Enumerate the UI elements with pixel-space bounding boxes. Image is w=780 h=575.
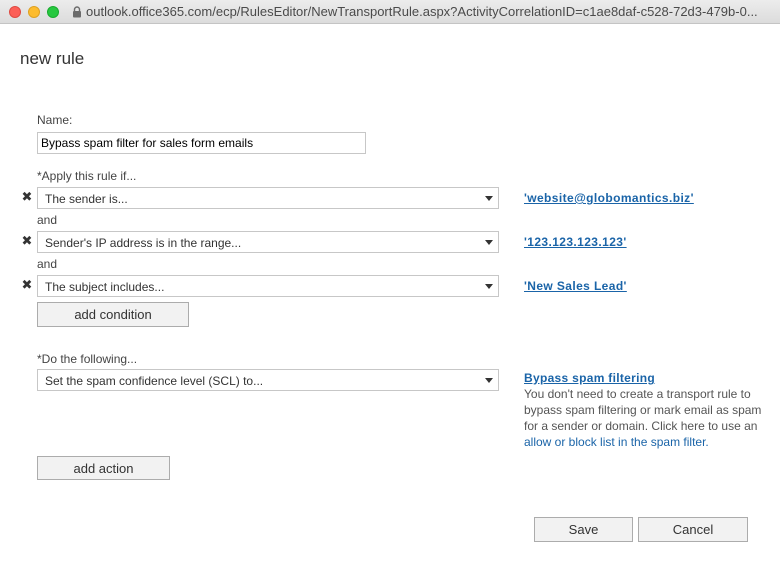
and-label: and	[37, 213, 58, 227]
remove-condition-icon[interactable]: ✖	[21, 190, 33, 203]
condition-2-selected: Sender's IP address is in the range...	[45, 236, 242, 250]
add-action-button[interactable]: add action	[37, 456, 170, 480]
action-selected: Set the spam confidence level (SCL) to..…	[45, 374, 264, 388]
action-dropdown[interactable]: Set the spam confidence level (SCL) to..…	[37, 369, 499, 391]
help-text: You don't need to create a transport rul…	[524, 387, 762, 433]
condition-1-value-link[interactable]: 'website@globomantics.biz'	[524, 191, 694, 205]
remove-condition-icon[interactable]: ✖	[21, 234, 33, 247]
dropdown-caret-icon	[485, 196, 493, 201]
help-title-link[interactable]: Bypass spam filtering	[524, 370, 764, 386]
minimize-icon[interactable]	[28, 6, 40, 18]
maximize-icon[interactable]	[47, 6, 59, 18]
remove-condition-icon[interactable]: ✖	[21, 278, 33, 291]
rule-name-input[interactable]	[37, 132, 366, 154]
condition-2-dropdown[interactable]: Sender's IP address is in the range...	[37, 231, 499, 253]
cancel-button[interactable]: Cancel	[638, 517, 748, 542]
address-bar[interactable]: outlook.office365.com/ecp/RulesEditor/Ne…	[86, 4, 776, 19]
condition-3-selected: The subject includes...	[45, 280, 165, 294]
dropdown-caret-icon	[485, 284, 493, 289]
dropdown-caret-icon	[485, 240, 493, 245]
condition-3-dropdown[interactable]: The subject includes...	[37, 275, 499, 297]
do-following-label: *Do the following...	[37, 352, 138, 366]
browser-titlebar: outlook.office365.com/ecp/RulesEditor/Ne…	[0, 0, 780, 24]
lock-icon	[73, 6, 81, 18]
page-title: new rule	[20, 49, 85, 68]
close-icon[interactable]	[9, 6, 21, 18]
help-panel: Bypass spam filtering You don't need to …	[524, 370, 764, 450]
condition-1-selected: The sender is...	[45, 192, 128, 206]
spam-filter-link[interactable]: allow or block list in the spam filter.	[524, 435, 709, 449]
condition-3-value-link[interactable]: 'New Sales Lead'	[524, 279, 627, 293]
add-condition-button[interactable]: add condition	[37, 302, 189, 327]
dropdown-caret-icon	[485, 378, 493, 383]
and-label: and	[37, 257, 58, 271]
name-label: Name:	[37, 113, 73, 127]
apply-rule-label: *Apply this rule if...	[37, 169, 137, 183]
condition-1-dropdown[interactable]: The sender is...	[37, 187, 499, 209]
save-button[interactable]: Save	[534, 517, 633, 542]
condition-2-value-link[interactable]: '123.123.123.123'	[524, 235, 627, 249]
